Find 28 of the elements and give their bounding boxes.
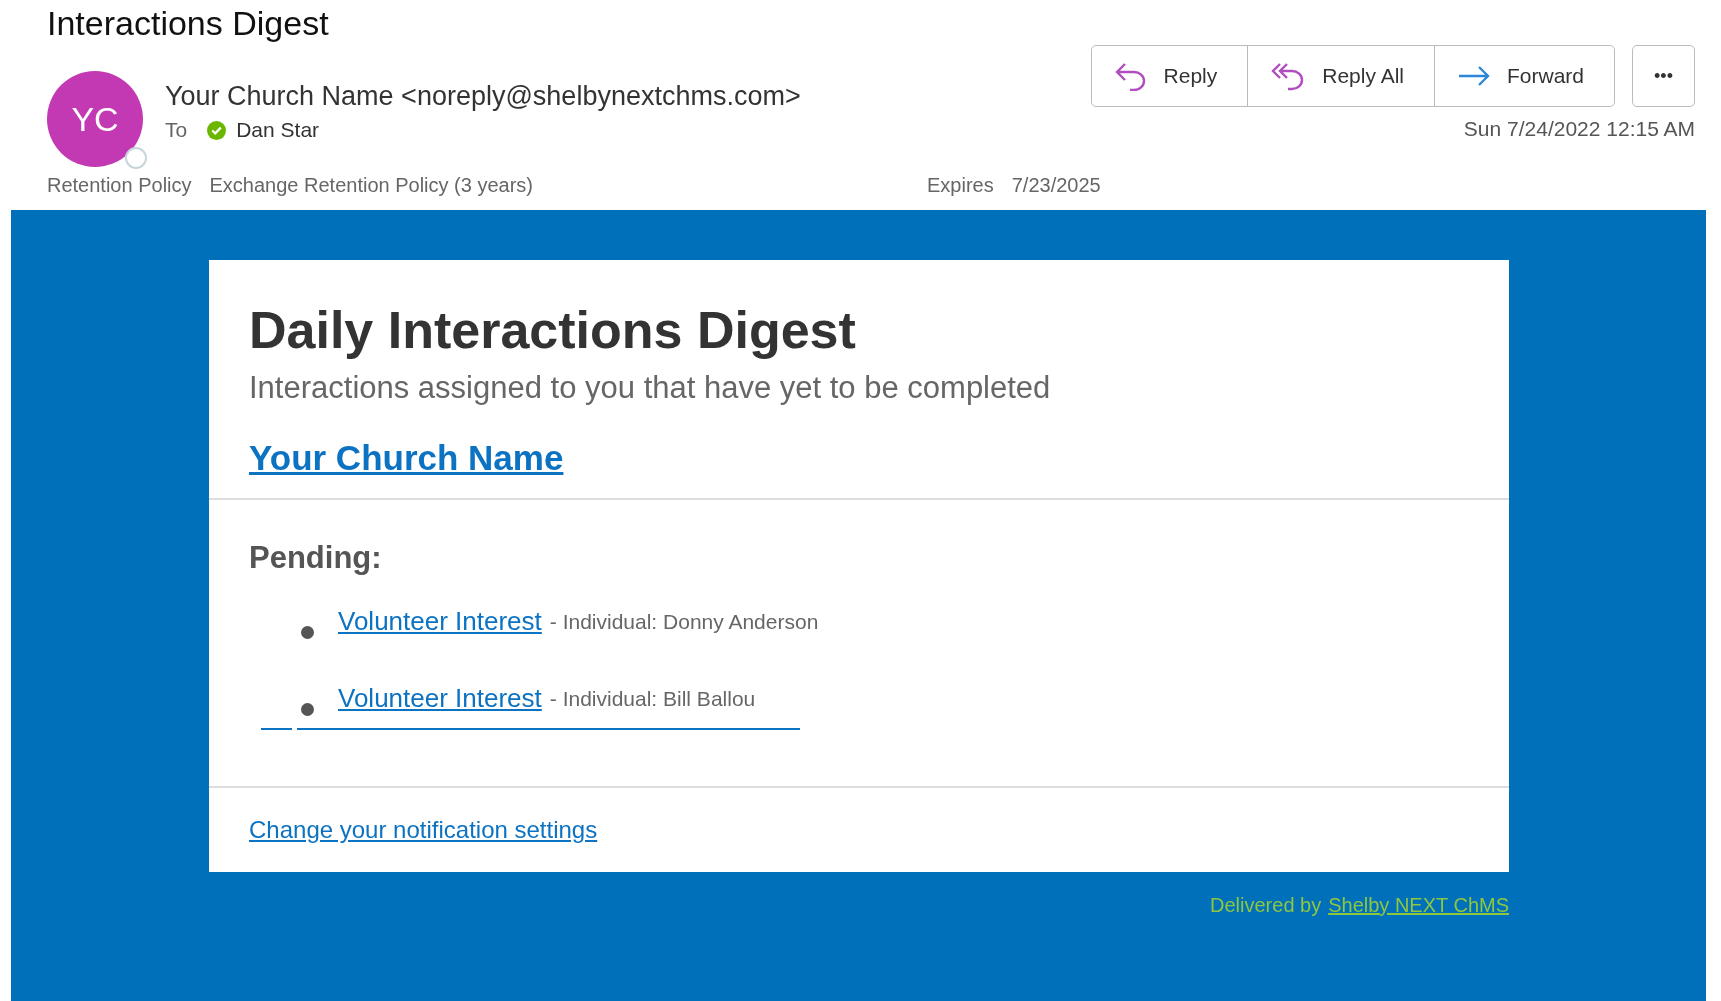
sender-name: Your Church Name <noreply@shelbynextchms.com>	[165, 81, 801, 112]
to-label: To	[165, 118, 188, 142]
interaction-detail: - Individual: Donny Anderson	[549, 609, 819, 634]
church-link[interactable]: Your Church Name	[249, 438, 564, 478]
retention-label: Retention Policy	[47, 174, 192, 197]
email-heading: Daily Interactions Digest	[249, 300, 857, 361]
expires-date: 7/23/2025	[1011, 174, 1101, 197]
window-title: Interactions Digest	[47, 3, 329, 44]
interaction-link[interactable]: Volunteer Interest	[338, 606, 542, 637]
interaction-detail: - Individual: Bill Ballou	[549, 686, 756, 711]
message-date: Sun 7/24/2022 12:15 AM	[1463, 117, 1695, 141]
bullet-icon	[301, 626, 314, 639]
settings-link[interactable]: Change your notification settings	[249, 816, 598, 844]
delivered-by-text: Delivered by	[1210, 894, 1322, 917]
section-title: Pending:	[249, 539, 383, 576]
forward-button[interactable]: Forward	[1433, 46, 1614, 106]
presence-icon	[125, 147, 147, 169]
email-subheading: Interactions assigned to you that have yet to be completed	[249, 370, 1052, 406]
forward-icon	[1456, 64, 1491, 88]
expires-label: Expires	[927, 174, 994, 197]
interaction-link[interactable]: Volunteer Interest	[338, 683, 542, 714]
bullet-icon	[301, 703, 314, 716]
check-circle-icon	[207, 120, 227, 140]
reply-icon	[1113, 61, 1148, 91]
delivered-link[interactable]: Shelby NEXT ChMS	[1328, 894, 1509, 917]
more-button[interactable]: •••	[1632, 45, 1695, 107]
retention-policy: Exchange Retention Policy (3 years)	[209, 174, 534, 197]
recipient-name: Dan Star	[236, 118, 320, 142]
